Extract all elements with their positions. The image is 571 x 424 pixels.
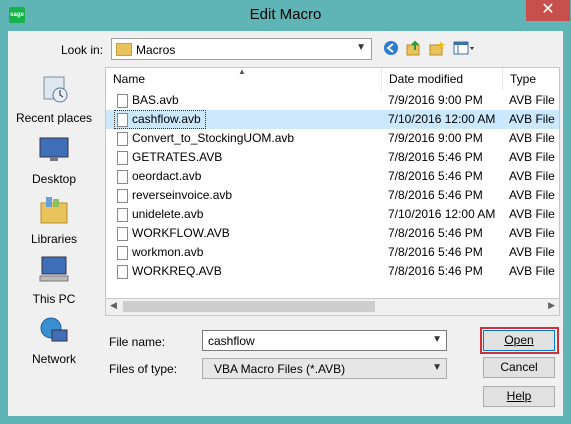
- file-list[interactable]: Name ▲ Date modified Type BAS.avb 7/9/20…: [105, 67, 560, 299]
- recent-places-icon: [43, 76, 68, 103]
- file-icon: [117, 170, 128, 184]
- file-type-dropdown[interactable]: VBA Macro Files (*.AVB) ▼: [202, 358, 447, 379]
- look-in-label: Look in:: [61, 43, 104, 57]
- help-button[interactable]: Help: [483, 386, 555, 407]
- file-icon: [117, 113, 128, 127]
- file-icon: [117, 227, 128, 241]
- file-icon: [117, 208, 128, 222]
- scroll-left-icon[interactable]: ◀: [110, 300, 117, 311]
- place-network[interactable]: Network: [10, 314, 98, 366]
- look-in-dropdown[interactable]: Macros ▼: [111, 38, 372, 60]
- file-icon: [117, 132, 128, 146]
- file-row[interactable]: unidelete.avb 7/10/2016 12:00 AM AVB Fil…: [106, 205, 559, 224]
- window-title: Edit Macro: [249, 6, 322, 23]
- file-name-input[interactable]: cashflow ▼: [202, 330, 447, 351]
- edit-macro-dialog: sage Edit Macro ✕ Look in: Macros ▼ Rece…: [0, 0, 571, 424]
- column-header-date[interactable]: Date modified: [382, 68, 503, 90]
- file-icon: [117, 189, 128, 203]
- dialog-client-area: Look in: Macros ▼ Recent places Desktop …: [8, 31, 563, 416]
- file-row[interactable]: WORKREQ.AVB 7/8/2016 5:46 PM AVB File: [106, 262, 559, 281]
- file-name-value: cashflow: [208, 334, 255, 348]
- cancel-button[interactable]: Cancel: [483, 357, 555, 378]
- desktop-icon: [39, 137, 69, 161]
- file-row[interactable]: BAS.avb 7/9/2016 9:00 PM AVB File: [106, 91, 559, 110]
- file-row[interactable]: workmon.avb 7/8/2016 5:46 PM AVB File: [106, 243, 559, 262]
- close-icon: ✕: [541, 1, 555, 18]
- file-icon: [117, 94, 128, 108]
- open-button[interactable]: Open: [483, 330, 555, 351]
- places-sidebar: Recent places Desktop Libraries This PC …: [10, 67, 98, 407]
- back-icon[interactable]: [383, 40, 399, 56]
- new-folder-icon[interactable]: [429, 40, 445, 56]
- file-row[interactable]: GETRATES.AVB 7/8/2016 5:46 PM AVB File: [106, 148, 559, 167]
- chevron-down-icon: ▼: [356, 42, 366, 53]
- scroll-right-icon[interactable]: ▶: [548, 300, 555, 311]
- file-row[interactable]: WORKFLOW.AVB 7/8/2016 5:46 PM AVB File: [106, 224, 559, 243]
- network-icon: [40, 317, 68, 342]
- folder-icon: [116, 43, 132, 56]
- place-recent-places[interactable]: Recent places: [10, 73, 98, 125]
- file-type-label: Files of type:: [109, 362, 178, 376]
- file-row[interactable]: oeordact.avb 7/8/2016 5:46 PM AVB File: [106, 167, 559, 186]
- chevron-down-icon: ▼: [432, 362, 442, 373]
- scrollbar-thumb[interactable]: [123, 301, 375, 312]
- computer-icon: [39, 256, 69, 282]
- up-folder-icon[interactable]: [406, 40, 422, 56]
- place-this-pc[interactable]: This PC: [10, 254, 98, 306]
- horizontal-scrollbar[interactable]: ◀ ▶: [105, 299, 560, 316]
- file-icon: [117, 265, 128, 279]
- place-libraries[interactable]: Libraries: [10, 194, 98, 246]
- file-name-label: File name:: [109, 335, 166, 349]
- title-bar[interactable]: sage Edit Macro ✕: [0, 0, 571, 31]
- file-type-value: VBA Macro Files (*.AVB): [214, 362, 346, 376]
- file-row-selected[interactable]: cashflow.avb 7/10/2016 12:00 AM AVB File: [106, 110, 559, 129]
- look-in-value: Macros: [136, 43, 176, 57]
- view-menu-icon[interactable]: [453, 40, 475, 56]
- place-desktop[interactable]: Desktop: [10, 134, 98, 186]
- column-header-type[interactable]: Type: [503, 68, 559, 90]
- close-button[interactable]: ✕: [526, 0, 570, 21]
- file-row[interactable]: reverseinvoice.avb 7/8/2016 5:46 PM AVB …: [106, 186, 559, 205]
- file-row[interactable]: Convert_to_StockingUOM.avb 7/9/2016 9:00…: [106, 129, 559, 148]
- file-icon: [117, 151, 128, 165]
- column-header-name[interactable]: Name ▲: [106, 68, 382, 90]
- chevron-down-icon[interactable]: ▼: [432, 334, 442, 345]
- libraries-icon: [40, 197, 68, 224]
- file-icon: [117, 246, 128, 260]
- sort-ascending-icon: ▲: [238, 67, 246, 76]
